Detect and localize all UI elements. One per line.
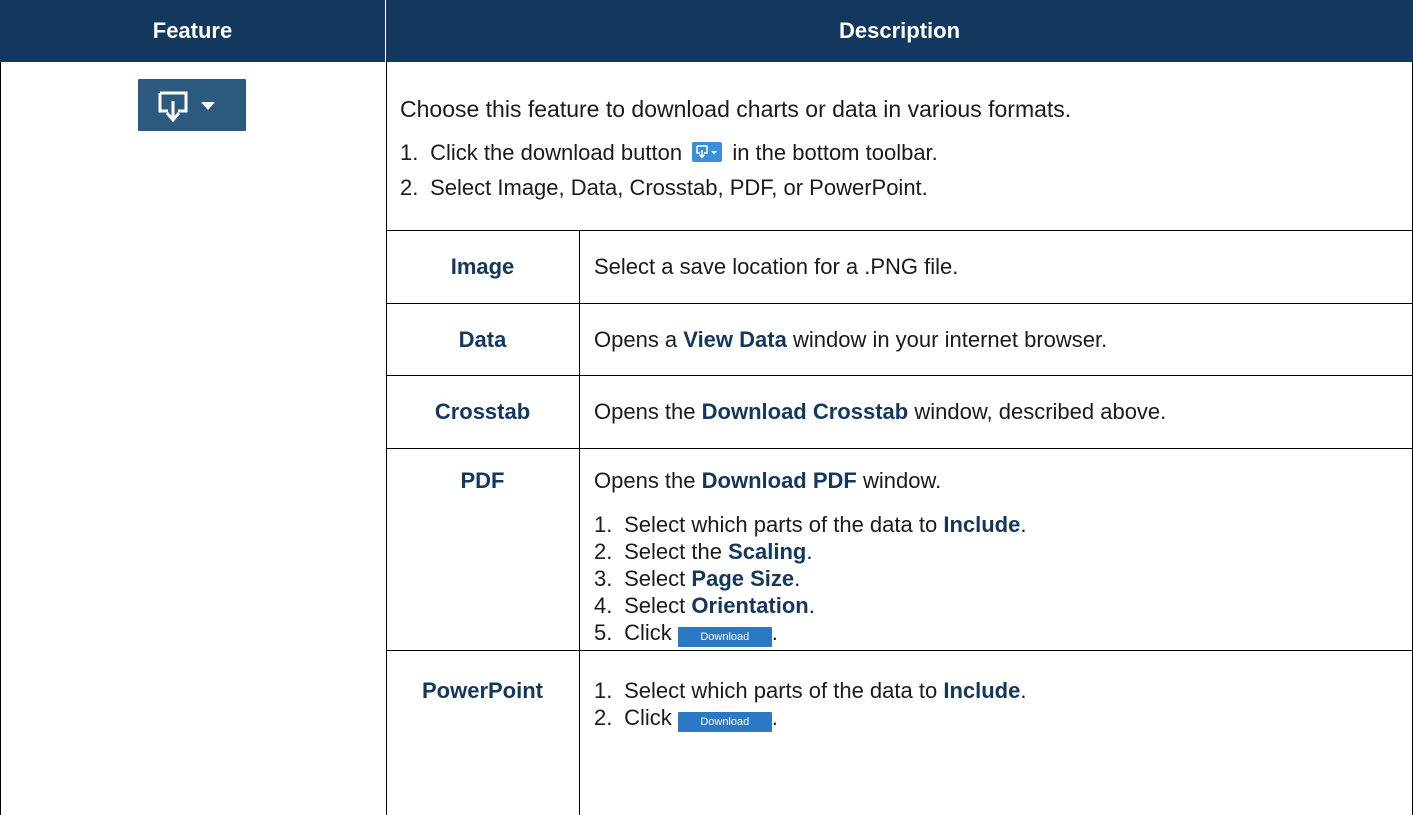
text: .: [806, 539, 813, 564]
pdf-step-5: 5. Click Download.: [594, 620, 778, 647]
step-number: 1.: [594, 678, 613, 703]
emphasis: Download Crosstab: [701, 399, 909, 424]
feature-intro: Choose this feature to download charts o…: [400, 96, 1072, 122]
text: window, described above.: [914, 399, 1167, 424]
text: .: [794, 566, 801, 591]
text: Opens the: [594, 468, 696, 493]
feature-table: Feature Description Choose this feature …: [0, 0, 1413, 815]
text: Click: [624, 620, 672, 645]
step-text: in the bottom toolbar.: [732, 140, 938, 165]
emphasis: Download PDF: [701, 468, 857, 493]
ppt-step-2: 2. Click Download.: [594, 705, 778, 732]
step-2: 2. Select Image, Data, Crosstab, PDF, or…: [400, 175, 928, 201]
text: Select: [624, 566, 686, 591]
text: .: [1020, 678, 1027, 703]
step-1: 1. Click the download button in the bott…: [400, 140, 938, 166]
row-text-data: Opens a View Data window in your interne…: [594, 327, 1107, 353]
download-button: Download: [677, 712, 772, 732]
row-divider: [386, 303, 1413, 304]
row-label-powerpoint: PowerPoint: [421, 678, 543, 703]
step-number: 2.: [400, 175, 419, 200]
text: Select: [624, 593, 686, 618]
emphasis: Page Size: [691, 566, 795, 591]
pdf-step-2: 2. Select the Scaling.: [594, 539, 812, 565]
row-label-data: Data: [458, 327, 507, 352]
emphasis: Include: [943, 512, 1021, 537]
emphasis: View Data: [683, 327, 787, 352]
step-number: 2.: [594, 539, 613, 564]
header-feature: Feature: [0, 0, 386, 62]
download-icon: [138, 79, 246, 131]
text: window.: [862, 468, 942, 493]
sub-column-divider: [579, 231, 580, 815]
step-number: 4.: [594, 593, 613, 618]
row-text-crosstab: Opens the Download Crosstab window, desc…: [594, 399, 1166, 425]
row-divider: [386, 230, 1413, 231]
pdf-intro: Opens the Download PDF window.: [594, 468, 941, 494]
download-button: Download: [677, 627, 772, 647]
text: .: [771, 705, 778, 730]
pdf-step-4: 4. Select Orientation.: [594, 593, 815, 619]
ppt-step-1: 1. Select which parts of the data to Inc…: [594, 678, 1026, 704]
pdf-step-3: 3. Select Page Size.: [594, 566, 800, 592]
row-label-pdf: PDF: [460, 468, 505, 493]
row-divider: [386, 650, 1413, 651]
text: Opens a: [594, 327, 678, 352]
emphasis: Scaling: [728, 539, 807, 564]
emphasis: Include: [943, 678, 1021, 703]
row-label-image: Image: [450, 254, 515, 279]
row-label-crosstab: Crosstab: [434, 399, 531, 424]
step-number: 1.: [400, 140, 419, 165]
text: Click: [624, 705, 672, 730]
header-description: Description: [386, 0, 1413, 62]
step-number: 5.: [594, 620, 613, 645]
text: Select which parts of the data to: [624, 678, 938, 703]
text: Select which parts of the data to: [624, 512, 938, 537]
text: Opens the: [594, 399, 696, 424]
step-number: 1.: [594, 512, 613, 537]
row-divider: [386, 375, 1413, 376]
row-text-image: Select a save location for a .PNG file.: [594, 254, 959, 279]
text: .: [1020, 512, 1027, 537]
pdf-step-1: 1. Select which parts of the data to Inc…: [594, 512, 1026, 538]
download-icon: [692, 142, 723, 162]
step-number: 3.: [594, 566, 613, 591]
row-divider: [386, 448, 1413, 449]
text: .: [808, 593, 815, 618]
text: Select the: [624, 539, 722, 564]
text: window in your internet browser.: [792, 327, 1108, 352]
text: .: [771, 620, 778, 645]
step-text: Click the download button: [430, 140, 683, 165]
emphasis: Orientation: [691, 593, 809, 618]
table-border-left: [0, 62, 1, 815]
step-number: 2.: [594, 705, 613, 730]
step-text: Select Image, Data, Crosstab, PDF, or Po…: [430, 175, 928, 200]
